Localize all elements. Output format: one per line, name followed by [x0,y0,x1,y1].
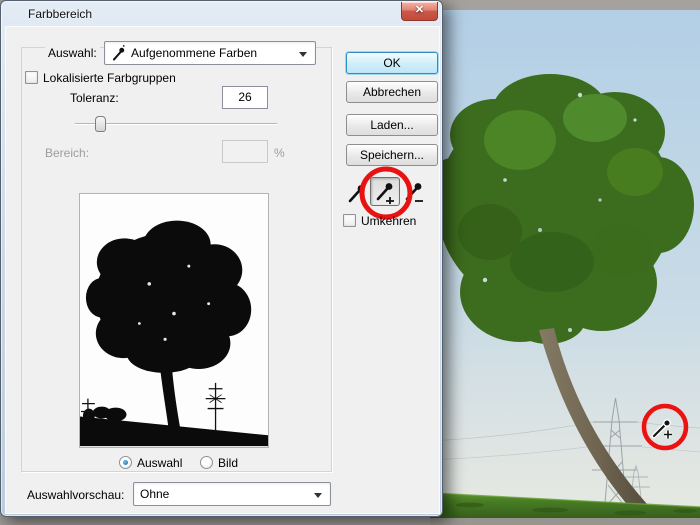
chevron-down-icon [314,493,322,498]
eyedropper-plus-tool[interactable] [370,177,400,206]
vorschau-combobox-value: Ohne [140,487,170,501]
photo-canvas[interactable] [430,0,700,525]
vorschau-combobox[interactable]: Ohne [133,482,331,506]
canvas-bottom-strip [430,518,700,525]
load-button[interactable]: Laden... [346,114,438,136]
dialog-title: Farbbereich [28,7,93,21]
radio-bild-label: Bild [218,456,239,470]
ok-button[interactable]: OK [346,52,438,74]
umkehren-label: Umkehren [361,214,417,228]
close-button[interactable]: ✕ [401,2,438,21]
save-button[interactable]: Speichern... [346,144,438,166]
toleranz-label: Toleranz: [70,91,119,105]
chevron-down-icon [299,52,307,57]
toleranz-slider[interactable] [75,115,277,133]
auswahl-label: Auswahl: [45,46,100,60]
bereich-input [222,140,268,163]
vorschau-label: Auswahlvorschau: [27,488,125,502]
umkehren-checkbox[interactable] [343,214,356,227]
localized-groups-label: Lokalisierte Farbgruppen [43,71,176,85]
toleranz-input[interactable]: 26 [222,86,268,109]
slider-thumb[interactable] [95,116,106,132]
radio-auswahl[interactable] [119,456,132,469]
radio-bild[interactable] [200,456,213,469]
eyedropper-minus-tool[interactable] [403,180,425,204]
localized-groups-checkbox[interactable] [25,71,38,84]
percent-label: % [274,146,285,160]
auswahl-combobox-value: Aufgenommene Farben [131,46,258,60]
eyedropper-plus-icon [376,182,394,204]
color-range-dialog: Farbbereich ✕ Auswahl: Aufgenommene Farb… [0,0,443,517]
selection-preview[interactable] [79,193,269,448]
bereich-label: Bereich: [45,146,90,160]
auswahl-combobox[interactable]: Aufgenommene Farben [104,41,316,65]
selection-mask-image [80,194,268,447]
dialog-titlebar[interactable]: Farbbereich ✕ [1,1,442,26]
radio-auswahl-label: Auswahl [137,456,183,470]
eyedropper-icon [112,44,125,61]
eyedropper-tool[interactable] [346,180,368,204]
cancel-button[interactable]: Abbrechen [346,81,438,103]
